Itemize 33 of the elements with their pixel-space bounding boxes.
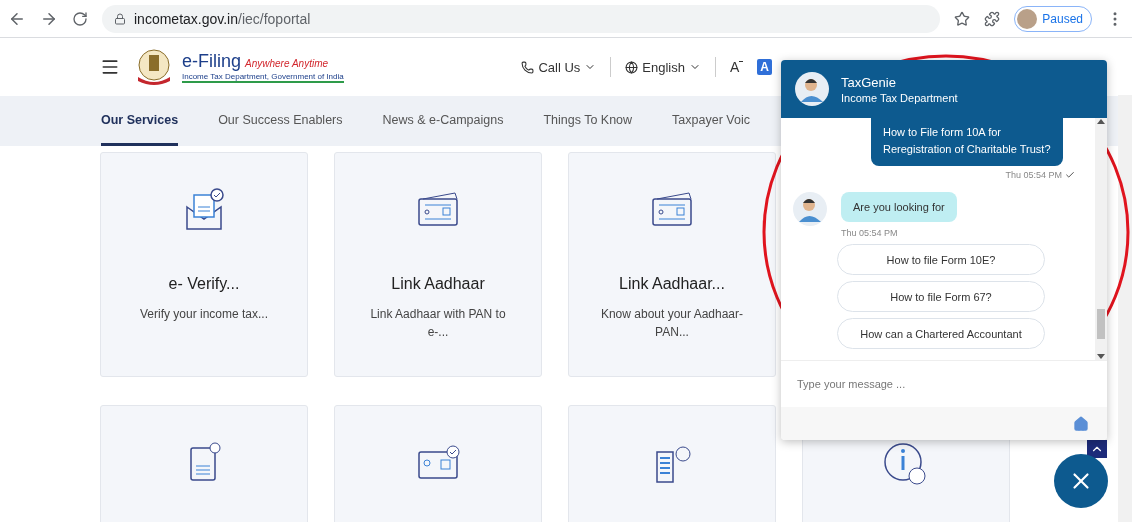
puzzle-icon[interactable] — [984, 10, 1001, 27]
home-icon[interactable] — [1073, 415, 1089, 432]
card-title: Link Aadhaar — [391, 275, 485, 293]
service-card[interactable]: e- Verify... Verify your income tax... — [100, 152, 308, 377]
phone-icon — [521, 60, 535, 74]
close-chat-button[interactable] — [1054, 454, 1108, 508]
star-icon[interactable] — [954, 10, 971, 27]
nav-tab[interactable]: Our Success Enablers — [218, 96, 343, 146]
address-bar[interactable]: incometax.gov.in/iec/foportal — [102, 4, 941, 33]
font-decrease-button[interactable]: A — [730, 59, 744, 75]
card-description: Know about your Aadhaar-PAN... — [599, 306, 745, 341]
nav-tab[interactable]: News & e-Campaigns — [382, 96, 504, 146]
url-text: incometax.gov.in/iec/foportal — [134, 10, 311, 27]
nav-tab[interactable]: Our Services — [101, 96, 179, 146]
card-description: Verify your income tax... — [138, 306, 270, 323]
nav-tab[interactable]: Taxpayer Voic — [672, 96, 750, 146]
header-link[interactable]: English — [625, 59, 701, 75]
logo-subtitle: Income Tax Department, Government of India — [182, 72, 344, 81]
avatar-icon — [1017, 8, 1038, 29]
logo-title: e-Filing Anywhere Anytime — [182, 51, 330, 72]
card-title: e- Verify... — [168, 275, 240, 293]
service-card[interactable]: Link Aadhaar Link Aadhaar with PAN to e-... — [334, 152, 542, 377]
header-link[interactable]: Call Us — [521, 59, 597, 75]
lock-icon — [114, 12, 126, 25]
scroll-up-button[interactable] — [1087, 440, 1107, 458]
nav-tab[interactable]: Things To Know — [543, 96, 633, 146]
menu-icon[interactable] — [100, 57, 120, 77]
profile-button[interactable]: Paused — [1014, 5, 1092, 32]
reload-icon[interactable] — [72, 10, 88, 27]
card-title: Link Aadhaar... — [619, 275, 725, 293]
globe-icon — [625, 60, 639, 74]
card-description: Link Aadhaar with PAN to e-... — [369, 306, 507, 341]
service-card[interactable]: Link Aadhaar... Know about your Aadhaar-PAN... — [568, 152, 776, 377]
